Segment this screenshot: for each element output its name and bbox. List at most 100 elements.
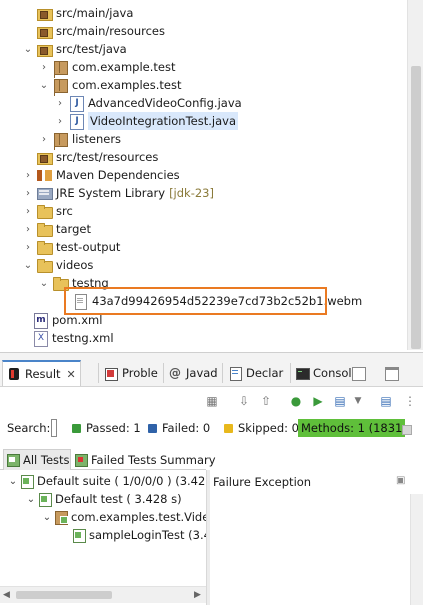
history-icon[interactable]: ▤ [332,393,348,409]
method-row[interactable]: sampleLoginTest (3.4 [70,526,206,544]
tab-label: Failed Tests [91,452,157,467]
tree-item-label: src/test/java [56,42,127,56]
tree-item-src[interactable]: › src [22,202,73,220]
scrollbar-thumb[interactable] [16,591,112,599]
tree-item-jre-system-library[interactable]: › JRE System Library [jdk-23] [22,184,214,202]
tab-problems[interactable]: Proble [104,361,158,385]
expand-chevron-icon[interactable]: › [22,184,34,202]
tab-summary[interactable]: Summary [160,449,216,470]
failure-vertical-scrollbar[interactable] [410,494,423,605]
collapse-chevron-icon[interactable]: ⌄ [8,476,18,487]
package-icon [52,59,68,75]
highlight-annotation-box [64,287,327,315]
problems-icon [104,366,118,381]
methods-count: Methods: 1 (1831 [298,419,406,437]
next-failure-icon[interactable]: ⇩ [236,393,252,409]
clear-results-icon[interactable]: ▦ [204,393,220,409]
tree-item-listeners[interactable]: › listeners [38,130,121,148]
source-folder-icon [36,41,53,57]
tree-item-advancedvideoconfig[interactable]: › AdvancedVideoConfig.java [54,94,242,112]
tab-label: Summary [160,452,216,467]
declaration-icon [228,366,242,381]
history-dropdown-icon[interactable]: ▼ [350,393,366,409]
view-maximize-button[interactable] [385,362,399,386]
layout-icon[interactable]: ▤ [378,393,394,409]
tree-vertical-scrollbar[interactable] [407,0,423,350]
tree-item-label: com.example.test [72,60,176,74]
scroll-left-icon[interactable]: ◀ [3,590,10,600]
tab-javadoc[interactable]: @ Javad [168,361,218,385]
expand-chevron-icon[interactable]: › [54,112,66,130]
search-field[interactable] [51,419,57,437]
expand-chevron-icon[interactable]: › [54,94,66,112]
tree-item-videointegrationtest[interactable]: › VideoIntegrationTest.java [54,112,238,130]
scroll-right-icon[interactable]: ▶ [194,590,201,600]
tree-item-videos[interactable]: ⌄ videos [22,256,93,274]
tree-item-label: src/test/resources [56,150,159,164]
collapse-chevron-icon[interactable]: ⌄ [26,494,36,505]
maximize-icon[interactable] [385,367,399,381]
test-label: Default test ( 3.428 s) [55,492,182,506]
expand-chevron-icon[interactable] [22,4,34,22]
test-row[interactable]: ⌄ Default test ( 3.428 s) [26,490,182,508]
scrollbar-thumb[interactable] [411,66,421,349]
expand-chevron-icon[interactable] [22,148,34,166]
results-counters: Search: Passed: 1 Failed: 0 Skipped: 0 M… [0,415,423,439]
expand-chevron-icon[interactable]: › [22,238,34,256]
xml-file-icon [32,330,48,347]
compare-icon[interactable]: ▣ [396,475,408,487]
tree-item-src-main-resources[interactable]: src/main/resources [22,22,165,40]
library-icon [36,167,52,183]
search-label: Search: [7,421,51,435]
tree-item-label: testng.xml [52,331,114,345]
expand-chevron-icon[interactable]: › [22,202,34,220]
package-icon [52,131,68,147]
failed-tests-icon [75,453,88,467]
class-pass-icon [54,510,68,525]
rerun-failed-icon[interactable]: ▶ [310,393,326,409]
tab-divider [222,363,223,383]
expand-chevron-icon[interactable]: › [22,220,34,238]
tree-item-com-examples-test[interactable]: ⌄ com.examples.test [38,76,181,94]
tab-console[interactable]: Consol [295,361,352,385]
minimize-icon[interactable] [352,367,366,381]
source-folder-icon [36,149,53,165]
testng-results-view: Result ✕ Proble @ Javad Declar Consol ▦ … [0,352,423,605]
test-pass-icon [38,492,52,507]
collapse-chevron-icon[interactable]: ⌄ [22,40,34,58]
expand-chevron-icon[interactable]: › [38,130,50,148]
tree-item-label: src/main/resources [56,24,166,38]
results-horizontal-scrollbar[interactable]: ◀ ▶ [0,586,206,603]
collapse-chevron-icon[interactable]: ⌄ [22,256,34,274]
tree-item-test-output[interactable]: › test-output [22,238,120,256]
failure-exception-title: Failure Exception [213,475,312,489]
collapse-chevron-icon[interactable]: ⌄ [38,274,50,292]
tab-failed-tests[interactable]: Failed Tests [72,449,157,470]
passed-count: Passed: 1 [86,421,141,435]
class-row[interactable]: ⌄ com.examples.test.Video [42,508,206,526]
suite-label: Default suite ( 1/0/0/0 ) (3.428 s [37,474,206,488]
previous-failure-icon[interactable]: ⇧ [258,393,274,409]
tree-item-src-test-java[interactable]: ⌄ src/test/java [22,40,127,58]
tab-all-tests[interactable]: All Tests [3,449,71,470]
suite-row[interactable]: ⌄ Default suite ( 1/0/0/0 ) (3.428 s [8,472,206,490]
tab-result[interactable]: Result ✕ [2,360,81,386]
tree-item-src-main-java[interactable]: src/main/java [22,4,133,22]
expand-chevron-icon[interactable]: › [22,166,34,184]
view-menu-icon[interactable]: ⋮ [402,393,418,409]
failed-icon [148,423,157,433]
rerun-icon[interactable]: ● [288,393,304,409]
tree-item-src-test-resources[interactable]: src/test/resources [22,148,158,166]
expand-chevron-icon[interactable]: › [38,58,50,76]
collapse-chevron-icon[interactable]: ⌄ [42,512,52,523]
tree-item-target[interactable]: › target [22,220,91,238]
tree-item-maven-dependencies[interactable]: › Maven Dependencies [22,166,180,184]
close-icon[interactable]: ✕ [67,368,76,381]
tree-item-testng-xml[interactable]: testng.xml [30,329,114,347]
expand-chevron-icon[interactable] [22,22,34,40]
package-icon [52,77,68,93]
collapse-chevron-icon[interactable]: ⌄ [38,76,50,94]
tab-declaration[interactable]: Declar [228,361,283,385]
view-menu-button[interactable] [352,362,366,386]
tree-item-com-example-test[interactable]: › com.example.test [38,58,175,76]
